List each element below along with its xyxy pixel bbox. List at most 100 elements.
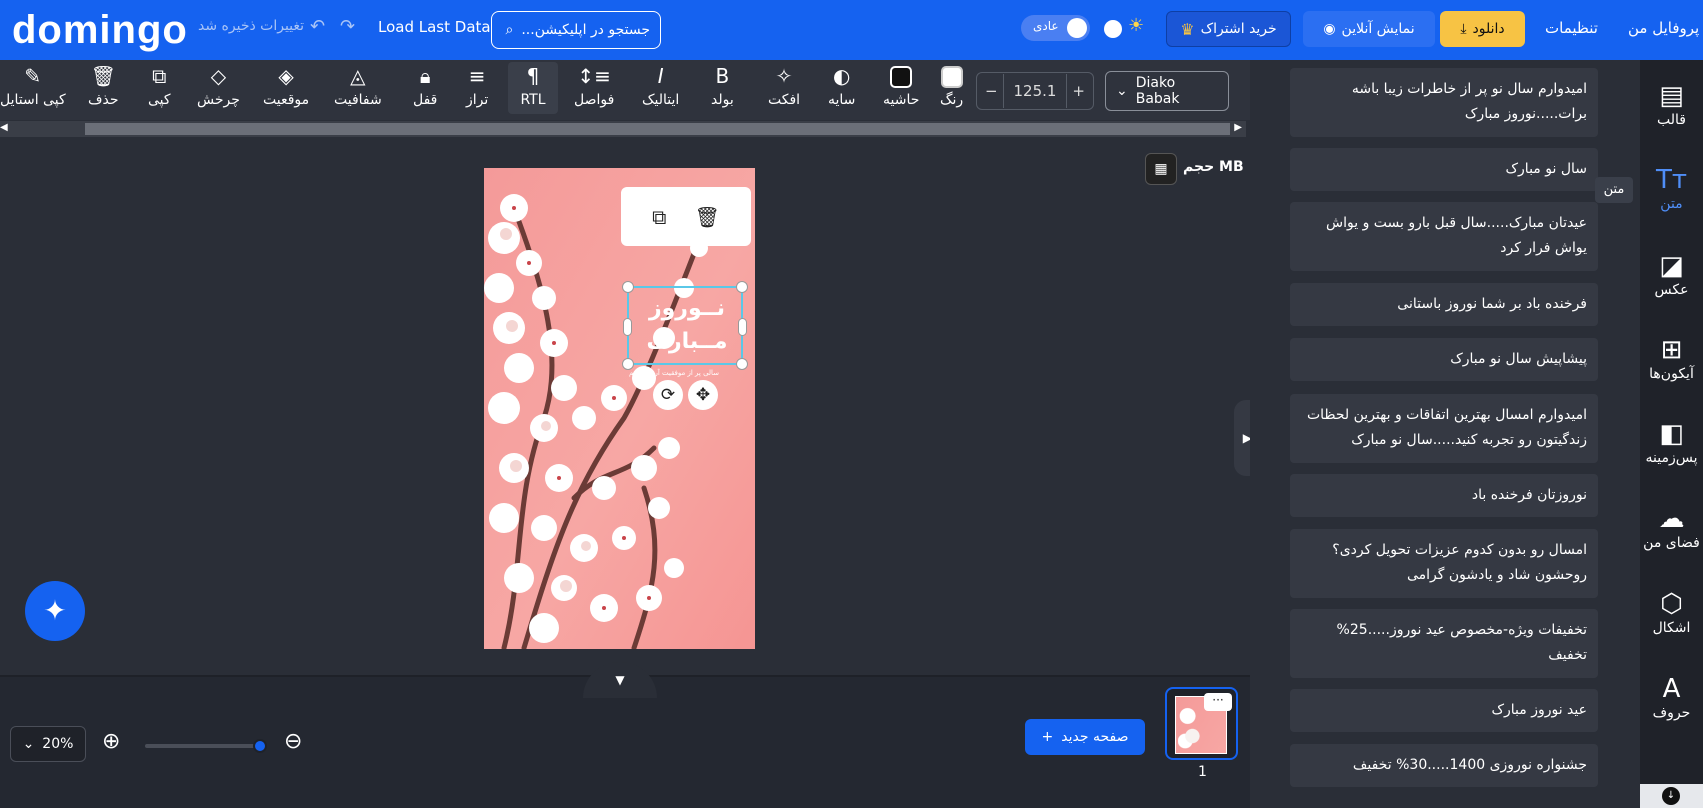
- text-template-card[interactable]: سال نو مبارک: [1290, 148, 1598, 191]
- text-template-card[interactable]: تخفیفات ویژه-مخصوص عید نوروز.....25% تخف…: [1290, 609, 1598, 678]
- new-page-button[interactable]: + صفحه جدید: [1025, 719, 1145, 755]
- copy-icon: ⧉: [152, 64, 167, 88]
- scroll-left-icon[interactable]: ◀: [0, 122, 8, 133]
- sidebar-item-letters[interactable]: A حروف: [1640, 673, 1703, 721]
- theme-toggle[interactable]: عادی: [1021, 15, 1090, 41]
- magic-wand-fab-icon[interactable]: ✦: [25, 581, 85, 641]
- sidebar-item-template[interactable]: ▤ قالب: [1640, 80, 1703, 128]
- effect-button[interactable]: ✧ افکت: [768, 64, 800, 108]
- text-template-card[interactable]: عید نوروز مبارک: [1290, 689, 1598, 732]
- text-template-card[interactable]: نوروزتان فرخنده باد: [1290, 474, 1598, 517]
- trash-icon[interactable]: 🗑: [694, 205, 719, 229]
- position-label: موقعیت: [263, 92, 310, 108]
- resize-handle-tr[interactable]: [736, 281, 748, 293]
- sidebar-item-text[interactable]: Tт متن: [1640, 164, 1703, 212]
- online-demo-button[interactable]: ◉ نمایش آنلاین: [1303, 11, 1435, 47]
- moon-icon[interactable]: [1104, 20, 1122, 38]
- zoom-slider[interactable]: [145, 739, 267, 753]
- text-template-card[interactable]: جشنواره نوروزی 1400.....30% تخفیف: [1290, 744, 1598, 787]
- plus-icon[interactable]: +: [1072, 82, 1085, 100]
- border-color-swatch: [890, 66, 913, 88]
- copy-style-button[interactable]: ✎ کپی استایل: [0, 64, 66, 108]
- text-template-card[interactable]: امسال رو بدون کدوم عزیزات تحویل کردی؟ رو…: [1290, 529, 1598, 598]
- redo-icon[interactable]: ↷: [340, 16, 355, 37]
- resize-handle-br[interactable]: [736, 358, 748, 370]
- opacity-button[interactable]: ◬ شفافیت: [334, 64, 382, 108]
- rotate-handle-icon[interactable]: ⟳: [653, 380, 683, 410]
- minus-icon[interactable]: −: [985, 82, 998, 100]
- undo-icon[interactable]: ↶: [310, 16, 325, 37]
- canvas-title-line2: مــبارک: [646, 329, 728, 354]
- zoom-value: 20%: [42, 736, 74, 752]
- text-template-card[interactable]: امیدوارم امسال بهترین اتفاقات و بهترین ل…: [1290, 394, 1598, 463]
- copy-label: کپی: [148, 92, 171, 108]
- position-button[interactable]: ◈ موقعیت: [263, 64, 309, 108]
- layers-icon: ◈: [278, 64, 294, 88]
- resize-handle-tl[interactable]: [622, 281, 634, 293]
- sun-icon[interactable]: ☀: [1128, 15, 1144, 36]
- rtl-button[interactable]: ¶ RTL: [508, 62, 558, 114]
- horizontal-scrollbar[interactable]: ◀ ▶: [0, 121, 1246, 137]
- load-last-data-button[interactable]: Load Last Data: [378, 18, 491, 36]
- font-select[interactable]: ⌄ Diako Babak: [1105, 71, 1229, 111]
- sidebar-item-shapes[interactable]: ⬡ اشکال: [1640, 588, 1703, 636]
- spacing-label: فواصل: [574, 92, 615, 108]
- lock-button[interactable]: 🔒︎ قفل: [413, 64, 437, 108]
- delete-button[interactable]: 🗑 حذف: [88, 64, 119, 108]
- zoom-out-icon[interactable]: ⊖: [284, 729, 302, 754]
- wand-icon: ✧: [775, 64, 793, 88]
- rotate-label: چرخش: [197, 92, 240, 108]
- text-template-card[interactable]: پیشاپیش سال نو مبارک: [1290, 338, 1598, 381]
- lock-icon: 🔒︎: [419, 64, 431, 88]
- zoom-select[interactable]: ⌄ 20%: [10, 726, 86, 762]
- italic-button[interactable]: I ایتالیک: [642, 64, 679, 108]
- sidebar-item-label: متن: [1660, 196, 1683, 212]
- subscribe-button[interactable]: ♛ خرید اشتراک: [1166, 11, 1291, 47]
- zoom-in-icon[interactable]: ⊕: [102, 729, 120, 754]
- text-template-card[interactable]: امیدوارم سال نو پر از خاطرات زیبا باشه ب…: [1290, 68, 1598, 137]
- color-button[interactable]: رنگ: [940, 64, 963, 108]
- settings-link[interactable]: تنظیمات: [1545, 19, 1598, 37]
- sidebar-item-image[interactable]: ◪ عکس: [1640, 250, 1703, 298]
- calculator-icon[interactable]: ▦: [1145, 153, 1177, 185]
- zoom-slider-knob[interactable]: [253, 739, 267, 753]
- search-placeholder: جستجو در اپلیکیشن...: [521, 22, 650, 38]
- plus-icon: +: [1041, 729, 1054, 745]
- cloud-upload-icon: ☁: [1658, 504, 1685, 534]
- page-thumbnail[interactable]: ···: [1165, 687, 1238, 760]
- font-size-stepper[interactable]: − 125.1 +: [976, 72, 1094, 110]
- scroll-right-icon[interactable]: ▶: [1234, 122, 1242, 133]
- align-button[interactable]: ≡ تراز: [466, 64, 488, 108]
- font-size-value[interactable]: 125.1: [1002, 74, 1068, 108]
- resize-handle-l[interactable]: [623, 318, 632, 336]
- canvas-title: نــوروز مــبارک: [637, 292, 737, 358]
- duplicate-icon[interactable]: ⧉: [652, 205, 666, 229]
- text-icon: Tт: [1655, 165, 1688, 195]
- bold-button[interactable]: B بولد: [711, 64, 734, 108]
- border-button[interactable]: حاشیه: [883, 64, 919, 108]
- text-template-card[interactable]: فرخنده باد بر شما نوروز باستانی: [1290, 283, 1598, 326]
- rail-scroll-bottom[interactable]: ↓: [1640, 784, 1703, 808]
- move-handle-icon[interactable]: ✥: [688, 380, 718, 410]
- download-button[interactable]: ⤓ دانلود: [1440, 11, 1525, 47]
- more-icon[interactable]: ···: [1204, 693, 1232, 711]
- sidebar-item-my-space[interactable]: ☁ فضای من: [1640, 503, 1703, 551]
- bold-icon: B: [715, 64, 730, 88]
- arrow-down-icon[interactable]: ↓: [1662, 787, 1680, 805]
- logo[interactable]: domingo: [12, 8, 188, 53]
- copy-button[interactable]: ⧉ کپی: [148, 64, 171, 108]
- sidebar-item-label: حروف: [1652, 705, 1691, 721]
- rotate-button[interactable]: ◇ چرخش: [197, 64, 240, 108]
- letter-icon: A: [1662, 674, 1681, 704]
- search-input[interactable]: جستجو در اپلیکیشن... ⌕: [491, 11, 661, 49]
- sidebar-item-background[interactable]: ◧ پس‌زمینه: [1640, 418, 1703, 466]
- sidebar-item-icons[interactable]: ⊞ آیکون‌ها: [1640, 334, 1703, 382]
- selected-text-element[interactable]: نــوروز مــبارک: [622, 281, 748, 370]
- page-number: 1: [1198, 764, 1207, 780]
- resize-handle-r[interactable]: [738, 318, 747, 336]
- profile-link[interactable]: پروفایل من: [1628, 19, 1699, 37]
- shadow-button[interactable]: ◐ سایه: [828, 64, 855, 108]
- scroll-thumb[interactable]: [85, 123, 1230, 135]
- text-template-card[interactable]: عیدتان مبارک.....سال قبل بارو بست و یواش…: [1290, 202, 1598, 271]
- spacing-button[interactable]: ↕≡ فواصل: [574, 64, 614, 108]
